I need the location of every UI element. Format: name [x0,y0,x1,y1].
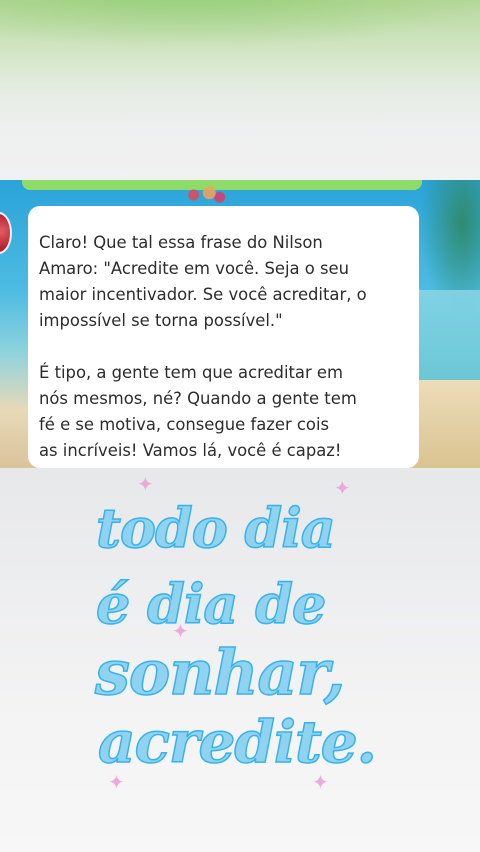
message-paragraph-2: É tipo, a gente tem que acreditar em nós… [39,363,357,460]
message-paragraph-1: Claro! Que tal essa frase do Nilson Amar… [39,233,367,330]
green-glow [0,0,480,50]
blurred-top-background [0,0,480,180]
quote-line-3: sonhar, [94,635,346,710]
quote-line-2: é dia de [95,571,327,637]
quote-line-1: todo dia [95,495,336,561]
sparkle-icon: ✦ [137,472,154,496]
flower-decoration [178,184,230,206]
chat-message-bubble: Claro! Que tal essa frase do Nilson Amar… [28,206,419,468]
sparkle-icon: ✦ [334,476,351,500]
quote-line-4: acredite. [97,707,377,777]
